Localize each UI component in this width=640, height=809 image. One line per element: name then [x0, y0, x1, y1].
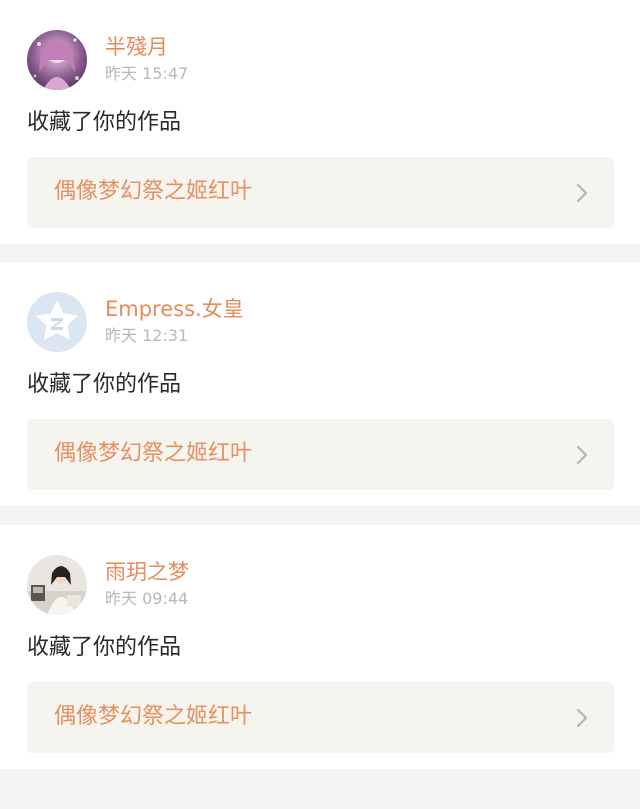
username[interactable]: Empress.女皇 — [105, 296, 244, 322]
anime-girl-avatar-icon — [27, 30, 87, 90]
chevron-right-icon — [576, 183, 588, 203]
username[interactable]: 雨玥之梦 — [105, 559, 189, 585]
username[interactable]: 半殘月 — [105, 34, 168, 60]
action-text: 收藏了你的作品 — [27, 372, 182, 397]
work-link[interactable]: 偶像梦幻祭之姬红叶 — [27, 682, 614, 753]
work-link[interactable]: 偶像梦幻祭之姬红叶 — [27, 419, 614, 490]
action-text: 收藏了你的作品 — [27, 110, 182, 135]
notification-feed: 半殘月 昨天 15:47 收藏了你的作品 偶像梦幻祭之姬红叶 Empress.女… — [0, 0, 640, 809]
work-title: 偶像梦幻祭之姬红叶 — [54, 179, 253, 204]
timestamp: 昨天 12:31 — [105, 326, 189, 345]
notification-card: Empress.女皇 昨天 12:31 收藏了你的作品 偶像梦幻祭之姬红叶 — [0, 262, 640, 506]
work-title: 偶像梦幻祭之姬红叶 — [54, 704, 253, 729]
chevron-right-icon — [576, 708, 588, 728]
timestamp: 昨天 15:47 — [105, 64, 189, 83]
action-text: 收藏了你的作品 — [27, 635, 182, 660]
photo-person-avatar-icon — [27, 555, 87, 615]
user-avatar[interactable] — [27, 30, 87, 90]
user-avatar[interactable] — [27, 292, 87, 352]
chevron-right-icon — [576, 445, 588, 465]
notification-card: 半殘月 昨天 15:47 收藏了你的作品 偶像梦幻祭之姬红叶 — [0, 0, 640, 244]
timestamp: 昨天 09:44 — [105, 589, 189, 608]
work-title: 偶像梦幻祭之姬红叶 — [54, 441, 253, 466]
user-avatar[interactable] — [27, 555, 87, 615]
notification-card: 雨玥之梦 昨天 09:44 收藏了你的作品 偶像梦幻祭之姬红叶 — [0, 525, 640, 769]
default-star-avatar-icon — [27, 292, 87, 352]
work-link[interactable]: 偶像梦幻祭之姬红叶 — [27, 157, 614, 228]
